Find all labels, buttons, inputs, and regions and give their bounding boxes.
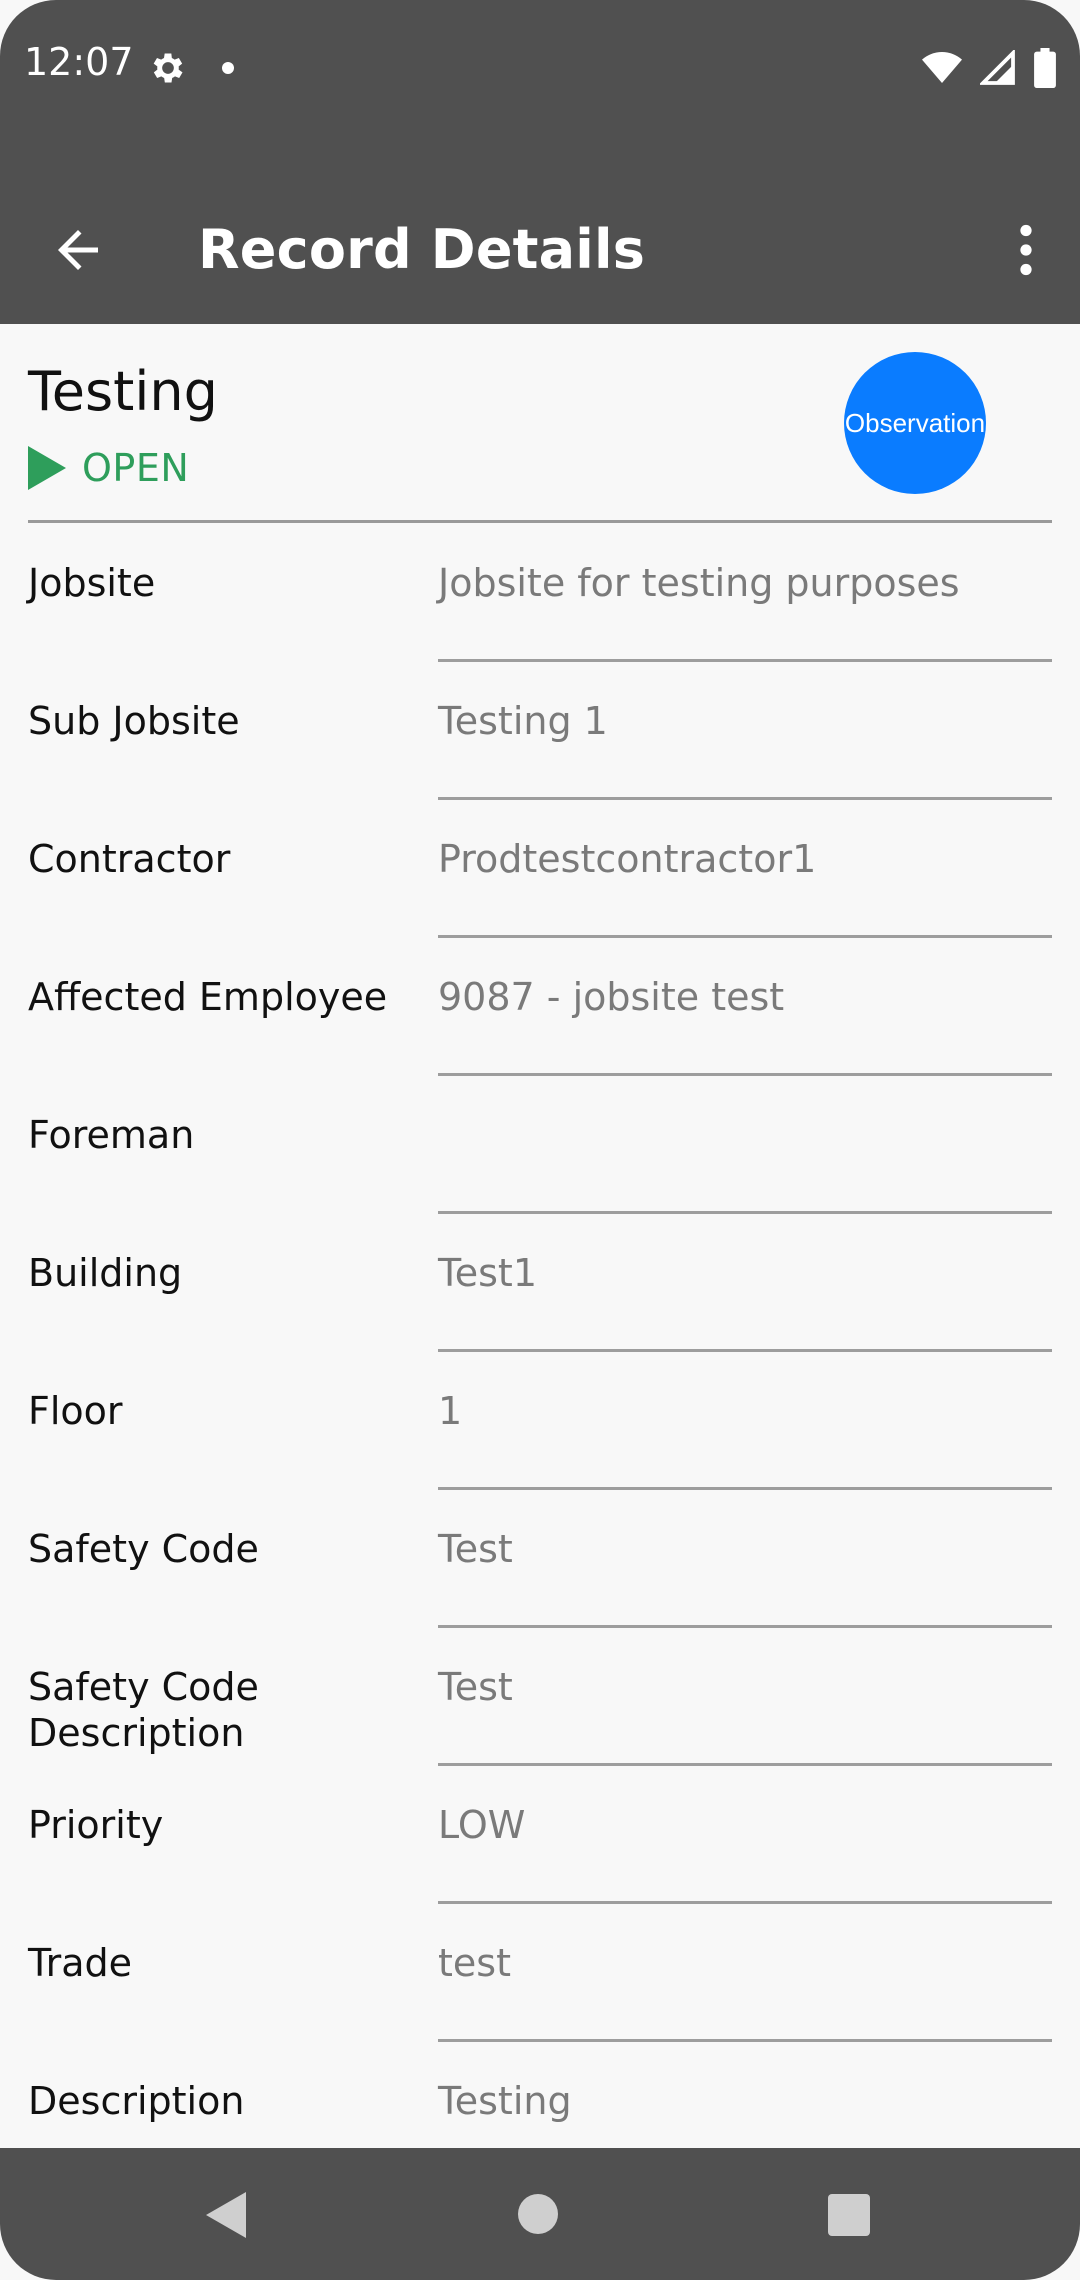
- settings-gear-icon: [153, 53, 183, 83]
- nav-home-icon[interactable]: [518, 2194, 558, 2234]
- field-jobsite: Jobsite Jobsite for testing purposes: [0, 524, 1080, 662]
- field-floor: Floor 1: [0, 1352, 1080, 1490]
- status-time: 12:07: [24, 40, 134, 84]
- app-header: 12:07 Record Details: [0, 0, 1080, 324]
- nav-recents-icon[interactable]: [828, 2194, 870, 2236]
- field-value: Prodtestcontractor1: [438, 837, 817, 881]
- header-divider: [28, 520, 1052, 523]
- battery-icon: [1034, 48, 1056, 88]
- record-title: Testing: [28, 360, 218, 423]
- field-affected-employee: Affected Employee 9087 - jobsite test: [0, 938, 1080, 1076]
- field-building: Building Test1: [0, 1214, 1080, 1352]
- field-label: Floor: [28, 1389, 123, 1433]
- field-sub-jobsite: Sub Jobsite Testing 1: [0, 662, 1080, 800]
- wifi-icon: [922, 52, 962, 83]
- field-label: Safety Code Description: [28, 1665, 259, 1755]
- field-value: test: [438, 1941, 511, 1985]
- field-value: Test1: [438, 1251, 538, 1295]
- field-value: 1: [438, 1389, 463, 1433]
- field-label: Building: [28, 1251, 183, 1295]
- field-label: Affected Employee: [28, 975, 388, 1019]
- field-priority: Priority LOW: [0, 1766, 1080, 1904]
- field-label: Foreman: [28, 1113, 195, 1157]
- field-label: Sub Jobsite: [28, 699, 240, 743]
- field-value: Testing: [438, 2079, 572, 2123]
- field-safety-code: Safety Code Test: [0, 1490, 1080, 1628]
- more-vert-icon[interactable]: [1014, 224, 1038, 276]
- field-value: Test: [438, 1527, 513, 1571]
- field-label: Contractor: [28, 837, 231, 881]
- system-nav-bar: [0, 2148, 1080, 2280]
- field-label: Description: [28, 2079, 245, 2123]
- field-value: Testing 1: [438, 699, 608, 743]
- field-foreman: Foreman: [0, 1076, 1080, 1214]
- field-value: Test: [438, 1665, 513, 1709]
- record-status: OPEN: [28, 444, 189, 492]
- field-value: Jobsite for testing purposes: [438, 561, 960, 605]
- field-label: Safety Code: [28, 1527, 259, 1571]
- field-value: 9087 - jobsite test: [438, 975, 785, 1019]
- field-value: LOW: [438, 1803, 526, 1847]
- field-trade: Trade test: [0, 1904, 1080, 2042]
- record-type-badge: Observation: [844, 352, 986, 494]
- field-label: Trade: [28, 1941, 133, 1985]
- nav-back-icon[interactable]: [206, 2192, 246, 2238]
- field-safety-code-description: Safety Code Description Test: [0, 1628, 1080, 1766]
- record-fields: Jobsite Jobsite for testing purposes Sub…: [0, 524, 1080, 2180]
- status-label: OPEN: [82, 446, 190, 490]
- screen: 12:07 Record Details Testing OPEN Observ…: [0, 0, 1080, 2280]
- arrow-back-icon[interactable]: [48, 220, 108, 280]
- notification-dot-icon: [222, 62, 234, 74]
- cell-signal-icon: [980, 50, 1015, 85]
- field-label: Priority: [28, 1803, 164, 1847]
- status-icons: [922, 48, 1056, 88]
- field-contractor: Contractor Prodtestcontractor1: [0, 800, 1080, 938]
- page-title: Record Details: [198, 218, 646, 281]
- field-label: Jobsite: [28, 561, 156, 605]
- play-icon: [28, 446, 66, 490]
